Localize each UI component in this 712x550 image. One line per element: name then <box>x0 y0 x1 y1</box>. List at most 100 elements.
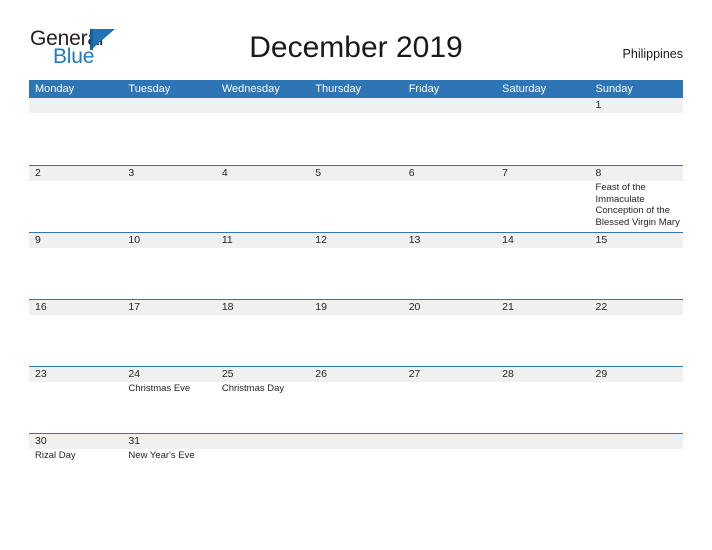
day-number: 26 <box>315 368 327 380</box>
day-cell-30[interactable]: 30 Rizal Day <box>29 434 122 500</box>
day-number <box>596 434 683 449</box>
day-cell-16[interactable]: 16 <box>29 300 122 366</box>
day-cells: 1 <box>29 98 683 164</box>
day-cell-29[interactable]: 29 <box>590 367 683 433</box>
day-cells: 30 Rizal Day 31 New Year's Eve <box>29 434 683 500</box>
day-number: 25 <box>221 368 234 380</box>
holiday-label: Rizal Day <box>35 450 76 461</box>
day-cell-15[interactable]: 15 <box>590 233 683 299</box>
day-cell-24[interactable]: 24 Christmas Eve <box>122 367 215 433</box>
day-number: 4 <box>221 167 228 179</box>
day-number: 17 <box>128 301 141 313</box>
week-row: 9 10 11 12 13 14 15 <box>29 232 683 299</box>
day-cell-4[interactable]: 4 <box>216 166 309 232</box>
day-cell-empty <box>496 434 589 500</box>
day-cell-19[interactable]: 19 <box>309 300 402 366</box>
day-cell-empty <box>496 98 589 164</box>
weekday-header-monday: Monday <box>35 83 75 95</box>
day-number: 28 <box>502 368 514 380</box>
week-row: 23 24 Christmas Eve 25 Christmas Day 26 27 28 29 <box>29 366 683 433</box>
day-cell-10[interactable]: 10 <box>122 233 215 299</box>
weekday-header-saturday: Saturday <box>502 83 547 95</box>
weekday-header-tuesday: Tuesday <box>128 83 171 95</box>
day-number: 3 <box>128 167 135 179</box>
day-cell-28[interactable]: 28 <box>496 367 589 433</box>
holiday-label: Feast of the Immaculate Conception of th… <box>595 182 680 228</box>
day-number: 21 <box>502 301 514 313</box>
day-number: 31 <box>128 435 141 447</box>
week-row: 2 3 4 5 6 7 8 Feast of the Immaculate Conceptio… <box>29 165 683 232</box>
day-number: 1 <box>595 99 602 111</box>
day-number <box>35 98 122 113</box>
day-cell-26[interactable]: 26 <box>309 367 402 433</box>
day-cell-5[interactable]: 5 <box>309 166 402 232</box>
day-number: 11 <box>221 234 233 246</box>
day-cell-1[interactable]: 1 <box>590 98 683 164</box>
day-cells: 9 10 11 12 13 14 15 <box>29 233 683 299</box>
day-cell-11[interactable]: 11 <box>216 233 309 299</box>
day-cell-17[interactable]: 17 <box>122 300 215 366</box>
day-number: 24 <box>128 368 141 380</box>
day-cell-7[interactable]: 7 <box>496 166 589 232</box>
day-cell-3[interactable]: 3 <box>122 166 215 232</box>
day-events: Christmas Day <box>222 382 309 395</box>
day-cell-25[interactable]: 25 Christmas Day <box>216 367 309 433</box>
day-number <box>409 434 496 449</box>
day-cell-13[interactable]: 13 <box>403 233 496 299</box>
region-label: Philippines <box>622 47 683 61</box>
day-number: 19 <box>315 301 327 313</box>
day-cell-12[interactable]: 12 <box>309 233 402 299</box>
day-number: 29 <box>595 368 608 380</box>
day-cell-22[interactable]: 22 <box>590 300 683 366</box>
day-cell-8[interactable]: 8 Feast of the Immaculate Conception of t… <box>590 166 683 232</box>
calendar-grid: Monday Tuesday Wednesday Thursday Friday Satu… <box>29 80 683 500</box>
day-number: 20 <box>408 301 421 313</box>
day-number <box>222 434 309 449</box>
day-cell-27[interactable]: 27 <box>403 367 496 433</box>
day-number: 2 <box>35 167 41 179</box>
day-cell-6[interactable]: 6 <box>403 166 496 232</box>
day-cell-empty <box>216 434 309 500</box>
weekday-header-sunday: Sunday <box>595 83 633 95</box>
day-cell-empty <box>309 434 402 500</box>
day-events: Feast of the Immaculate Conception of th… <box>596 181 683 228</box>
day-number: 14 <box>502 234 514 246</box>
day-number: 23 <box>35 368 47 380</box>
holiday-label: Christmas Eve <box>128 383 191 394</box>
page-header: General Blue December 2019 Philippines <box>0 0 712 80</box>
day-number: 5 <box>315 167 322 179</box>
day-number: 13 <box>408 234 421 246</box>
day-number: 16 <box>35 301 47 313</box>
day-cell-23[interactable]: 23 <box>29 367 122 433</box>
day-number: 9 <box>35 234 41 246</box>
weekday-header-thursday: Thursday <box>315 83 362 95</box>
day-number: 6 <box>408 167 415 179</box>
day-cell-2[interactable]: 2 <box>29 166 122 232</box>
holiday-label: Christmas Day <box>221 383 285 394</box>
day-events: Christmas Eve <box>128 382 215 395</box>
day-cell-empty <box>309 98 402 164</box>
day-cell-empty <box>122 98 215 164</box>
day-events: New Year's Eve <box>128 449 215 462</box>
day-cell-21[interactable]: 21 <box>496 300 589 366</box>
day-number <box>502 434 589 449</box>
day-number: 30 <box>35 435 47 447</box>
week-row: 1 <box>29 98 683 165</box>
day-number <box>222 98 309 113</box>
day-cell-31[interactable]: 31 New Year's Eve <box>122 434 215 500</box>
day-cell-18[interactable]: 18 <box>216 300 309 366</box>
day-cell-20[interactable]: 20 <box>403 300 496 366</box>
day-number <box>315 434 402 449</box>
weekday-header-row: Monday Tuesday Wednesday Thursday Friday Satu… <box>29 80 683 98</box>
day-cell-empty <box>590 434 683 500</box>
day-number <box>502 98 589 113</box>
day-cell-empty <box>403 434 496 500</box>
day-number: 12 <box>315 234 327 246</box>
day-cell-14[interactable]: 14 <box>496 233 589 299</box>
page-title: December 2019 <box>249 31 463 64</box>
day-number: 27 <box>408 368 421 380</box>
day-number: 8 <box>595 167 602 179</box>
week-row: 16 17 18 19 20 21 22 <box>29 299 683 366</box>
day-cell-9[interactable]: 9 <box>29 233 122 299</box>
day-number: 10 <box>128 234 141 246</box>
